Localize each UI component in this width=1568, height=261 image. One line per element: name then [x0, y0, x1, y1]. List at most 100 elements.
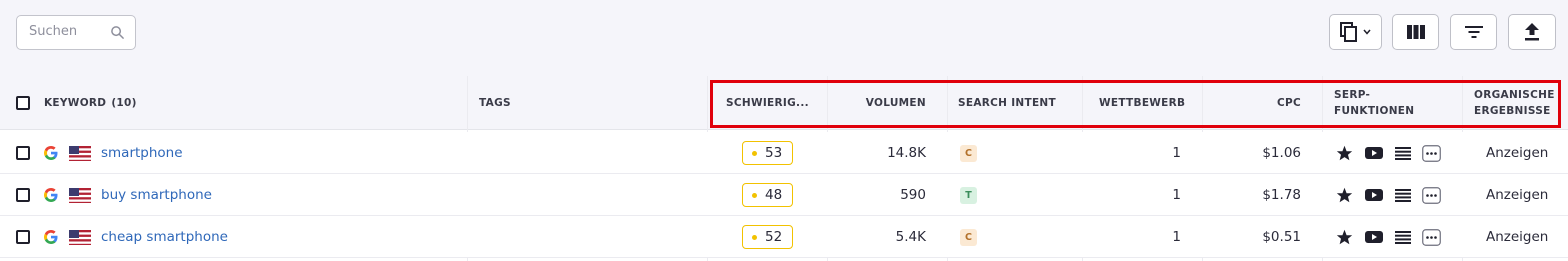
difficulty-value: 48 [765, 187, 783, 203]
filter-button[interactable] [1450, 14, 1497, 50]
intent-badge[interactable]: T [960, 186, 977, 204]
header-competition-label: WETTBEWERB [1099, 97, 1186, 109]
serp-features-cell [1336, 174, 1441, 216]
volume-cell: 14.8K [828, 132, 926, 174]
us-flag-icon [69, 132, 91, 174]
keyword-table: KEYWORD (10) TAGS SCHWIERIG... VOLUMEN S… [0, 76, 1568, 261]
columns-button[interactable] [1392, 14, 1439, 50]
columns-icon [1406, 25, 1425, 39]
row-select-cell [16, 216, 30, 258]
intent-badge[interactable]: C [960, 144, 977, 162]
intent-badge[interactable]: C [960, 228, 977, 246]
difficulty-cell: 52 [742, 216, 794, 258]
google-icon [43, 132, 59, 174]
volume-value: 14.8K [887, 145, 926, 161]
list-icon[interactable] [1395, 188, 1411, 202]
competition-value: 1 [1172, 145, 1181, 161]
header-tags: TAGS [479, 76, 511, 130]
search-box[interactable] [16, 15, 136, 50]
organic-results-link[interactable]: Anzeigen [1486, 132, 1548, 174]
competition-value: 1 [1172, 229, 1181, 245]
star-icon[interactable] [1336, 187, 1353, 203]
header-difficulty[interactable]: SCHWIERIG... [726, 76, 809, 130]
table-header: KEYWORD (10) TAGS SCHWIERIG... VOLUMEN S… [0, 76, 1568, 130]
difficulty-badge: 48 [742, 183, 794, 207]
header-competition[interactable]: WETTBEWERB [1099, 76, 1185, 130]
search-icon [111, 26, 124, 39]
video-icon[interactable] [1365, 230, 1383, 244]
difficulty-dot [752, 234, 757, 240]
cpc-cell: $1.78 [1203, 174, 1301, 216]
row-select-cell [16, 174, 30, 216]
competition-cell: 1 [1083, 174, 1181, 216]
organic-results-text: Anzeigen [1486, 187, 1549, 203]
more-icon[interactable] [1422, 144, 1441, 162]
keyword-text: cheap smartphone [101, 229, 228, 245]
export-button[interactable] [1508, 14, 1556, 50]
table-row: buy smartphone 48 590 T 1 $1.78 Anzeigen [0, 174, 1568, 216]
keyword-link[interactable]: cheap smartphone [101, 216, 228, 258]
video-icon[interactable] [1365, 188, 1383, 202]
difficulty-dot [752, 150, 757, 156]
copy-dropdown-button[interactable] [1329, 14, 1382, 50]
keyword-link[interactable]: smartphone [101, 132, 183, 174]
cpc-cell: $0.51 [1203, 216, 1301, 258]
serp-features-cell [1336, 132, 1441, 174]
keyword-link[interactable]: buy smartphone [101, 174, 212, 216]
volume-value: 5.4K [895, 229, 926, 245]
filter-icon [1464, 26, 1483, 38]
organic-results-text: Anzeigen [1486, 145, 1549, 161]
organic-results-text: Anzeigen [1486, 229, 1549, 245]
keyword-text: smartphone [101, 145, 183, 161]
video-icon[interactable] [1365, 146, 1383, 160]
difficulty-dot [752, 192, 757, 198]
organic-results-link[interactable]: Anzeigen [1486, 216, 1548, 258]
search-input[interactable] [29, 24, 109, 39]
intent-cell: C [960, 216, 977, 258]
select-all-checkbox[interactable] [16, 96, 30, 110]
difficulty-cell: 48 [742, 174, 794, 216]
difficulty-value: 53 [765, 145, 783, 161]
intent-cell: C [960, 132, 977, 174]
keyword-text: buy smartphone [101, 187, 212, 203]
list-icon[interactable] [1395, 230, 1411, 244]
row-select-cell [16, 132, 30, 174]
header-intent[interactable]: SEARCH INTENT [958, 76, 1056, 130]
competition-cell: 1 [1083, 132, 1181, 174]
more-icon[interactable] [1422, 186, 1441, 204]
header-organic-line1: ORGANISCHE [1474, 89, 1555, 101]
header-serp: SERP- FUNKTIONEN [1334, 76, 1414, 130]
header-keyword[interactable]: KEYWORD (10) [44, 76, 137, 130]
select-all-cell [16, 76, 30, 130]
row-checkbox[interactable] [16, 230, 30, 244]
header-difficulty-label: SCHWIERIG... [726, 97, 809, 109]
serp-features-cell [1336, 216, 1441, 258]
header-keyword-label: KEYWORD [44, 97, 107, 109]
header-tags-label: TAGS [479, 97, 511, 109]
volume-cell: 5.4K [828, 216, 926, 258]
star-icon[interactable] [1336, 145, 1353, 161]
cpc-cell: $1.06 [1203, 132, 1301, 174]
volume-cell: 590 [828, 174, 926, 216]
difficulty-value: 52 [765, 229, 783, 245]
toolbar [0, 0, 1568, 76]
competition-value: 1 [1172, 187, 1181, 203]
list-icon[interactable] [1395, 146, 1411, 160]
google-icon [43, 216, 59, 258]
organic-results-link[interactable]: Anzeigen [1486, 174, 1548, 216]
table-row: cheap smartphone 52 5.4K C 1 $0.51 Anzei… [0, 216, 1568, 258]
header-intent-label: SEARCH INTENT [958, 97, 1056, 109]
difficulty-badge: 52 [742, 225, 794, 249]
header-volume[interactable]: VOLUMEN [828, 76, 926, 130]
row-checkbox[interactable] [16, 146, 30, 160]
intent-cell: T [960, 174, 977, 216]
header-serp-line1: SERP- [1334, 89, 1371, 101]
header-organic: ORGANISCHE ERGEBNISSE [1474, 76, 1555, 130]
google-icon [43, 174, 59, 216]
us-flag-icon [69, 174, 91, 216]
more-icon[interactable] [1422, 228, 1441, 246]
star-icon[interactable] [1336, 229, 1353, 245]
header-cpc[interactable]: CPC [1203, 76, 1301, 130]
row-checkbox[interactable] [16, 188, 30, 202]
cpc-value: $1.06 [1262, 145, 1301, 161]
